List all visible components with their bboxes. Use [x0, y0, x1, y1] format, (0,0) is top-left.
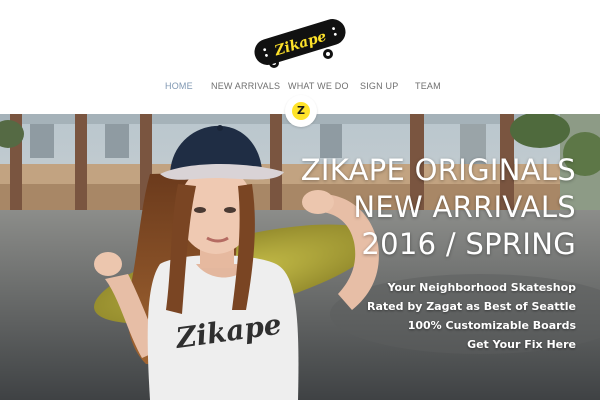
- headline-line-2: NEW ARRIVALS: [353, 190, 576, 224]
- nav-sign-up[interactable]: SIGN UP: [360, 81, 398, 91]
- tagline-1: Your Neighborhood Skateshop: [387, 281, 576, 294]
- z-badge-icon: Z: [292, 102, 310, 120]
- headline-line-3: 2016 / SPRING: [361, 227, 576, 261]
- hero-copy: ZIKAPE ORIGINALS NEW ARRIVALS 2016 / SPR…: [301, 152, 576, 354]
- nav-what-we-do[interactable]: WHAT WE DO: [288, 81, 349, 91]
- scroll-badge[interactable]: Z: [285, 95, 317, 127]
- hero-section: Zikape ZIKAPE ORIGINALS NEW ARRIVALS 201…: [0, 114, 600, 400]
- tagline-2: Rated by Zagat as Best of Seattle: [367, 300, 576, 313]
- zikape-logo[interactable]: Zikape: [250, 10, 350, 72]
- tagline-4: Get Your Fix Here: [467, 338, 576, 351]
- nav-new-arrivals[interactable]: NEW ARRIVALS: [211, 81, 280, 91]
- main-nav: HOME NEW ARRIVALS WHAT WE DO SIGN UP TEA…: [0, 81, 600, 95]
- tagline-3: 100% Customizable Boards: [407, 319, 576, 332]
- nav-team[interactable]: TEAM: [415, 81, 441, 91]
- nav-home[interactable]: HOME: [165, 81, 193, 91]
- headline-line-1: ZIKAPE ORIGINALS: [300, 153, 576, 187]
- tagline-list: Your Neighborhood Skateshop Rated by Zag…: [301, 278, 576, 354]
